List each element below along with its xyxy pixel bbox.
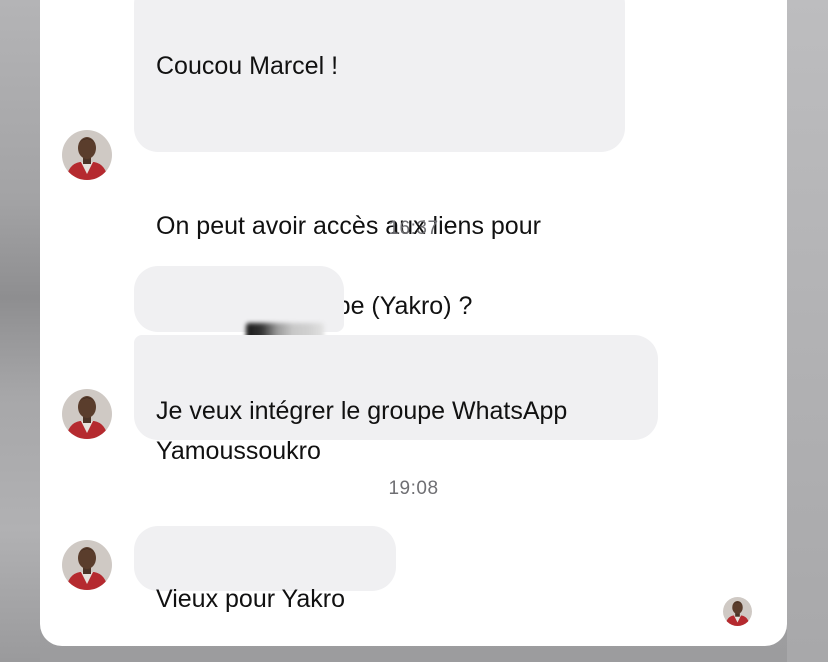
background-left <box>0 0 40 662</box>
contact-avatar-icon[interactable] <box>62 130 112 180</box>
timestamp: 19:08 <box>388 478 439 499</box>
message-bubble[interactable]: Je veux intégrer le groupe WhatsApp Yamo… <box>134 335 658 465</box>
message-bubble[interactable]: Coucou Marcel ! On peut avoir accès aux … <box>134 0 625 320</box>
message-text: Je veux intégrer le groupe WhatsApp Yamo… <box>156 397 568 465</box>
message-bubble[interactable]: 05035 <box>134 266 344 394</box>
timestamp: 16:37 <box>388 218 439 239</box>
contact-avatar-icon[interactable] <box>62 389 112 439</box>
read-receipt-avatar-icon <box>723 597 752 626</box>
message-text: Coucou Marcel ! <box>156 52 339 80</box>
contact-avatar-icon[interactable] <box>62 540 112 590</box>
message-bubble[interactable]: Vieux pour Yakro <box>134 526 396 613</box>
background-right <box>787 0 828 662</box>
message-text: Vieux pour Yakro <box>156 585 346 613</box>
chat-panel[interactable]: Coucou Marcel ! On peut avoir accès aux … <box>40 0 787 646</box>
